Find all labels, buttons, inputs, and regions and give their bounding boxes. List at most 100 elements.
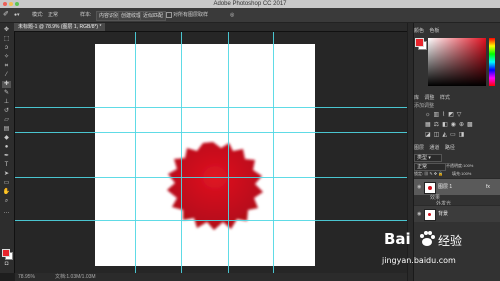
canvas-area[interactable] — [15, 32, 407, 273]
tools-panel: ✥ ⬚ ↄ ✧ ⌗ ⁄ ✚ ✎ ⊥ ↺ ▱ ▤ ◆ ● ✒ T ➤ ▭ ✋ ⌕ … — [0, 23, 15, 273]
adjustments-title: 添加调整 — [414, 103, 435, 109]
vertical-guide[interactable] — [228, 32, 229, 273]
quick-mask-icon[interactable]: ◘ — [2, 261, 11, 268]
mode-label: 模式: — [32, 12, 44, 18]
proximity-match-button[interactable]: 近似匹配 — [140, 11, 167, 21]
horizontal-guide[interactable] — [15, 220, 407, 221]
visibility-eye-icon[interactable]: ◉ — [417, 206, 421, 222]
history-brush-icon[interactable]: ↺ — [2, 108, 11, 115]
options-bar: ✐ ●▾ 模式: 正常 样本: 内容识别 创建纹理 近似匹配 对所有图层取样 ◎ — [0, 8, 500, 23]
layer-fill[interactable]: 填充:100% — [452, 170, 471, 178]
eyedropper-icon[interactable]: ⁄ — [2, 72, 11, 79]
move-tool-icon[interactable]: ✥ — [2, 27, 11, 34]
threshold-icon[interactable]: ◭ — [442, 132, 450, 138]
layer-row-background[interactable]: ◉ 背景 — [414, 205, 500, 222]
layer-name[interactable]: 图层 1 — [438, 179, 452, 195]
horizontal-guide[interactable] — [15, 177, 407, 178]
opacity-value[interactable]: 100% — [463, 163, 473, 168]
layer-opacity[interactable]: 不透明度:100% — [446, 162, 473, 170]
watermark-brand: Bai — [384, 230, 411, 248]
marquee-tool-icon[interactable]: ⬚ — [2, 36, 11, 43]
layers-panel-tabs[interactable]: 图层 通道 路径 — [414, 144, 455, 152]
layer-name[interactable]: 背景 — [438, 206, 448, 222]
brightness-icon[interactable]: ☼ — [425, 112, 434, 118]
hand-tool-icon[interactable]: ✋ — [2, 189, 11, 196]
brush-size-preview[interactable]: ●▾ — [14, 10, 20, 20]
kind-label: 类型 — [417, 155, 428, 161]
exposure-icon[interactable]: ◩ — [448, 112, 457, 118]
zoom-tool-icon[interactable]: ⌕ — [2, 198, 11, 205]
tab-color[interactable]: 颜色 — [414, 28, 424, 34]
fill-label: 填充: — [452, 171, 462, 176]
title-bar: Adobe Photoshop CC 2017 — [0, 0, 500, 8]
layer-kind-filter[interactable]: 类型 ▾ — [414, 154, 442, 162]
fx-badge[interactable]: fx — [486, 179, 490, 195]
lock-label: 锁定: — [414, 171, 424, 176]
color-field[interactable] — [428, 38, 486, 86]
invert-icon[interactable]: ◪ — [425, 132, 434, 138]
black-white-icon[interactable]: ◧ — [442, 122, 451, 128]
tab-styles[interactable]: 样式 — [440, 95, 450, 101]
tab-swatches[interactable]: 色板 — [429, 28, 439, 34]
shape-tool-icon[interactable]: ▭ — [2, 180, 11, 187]
layer-row-layer1[interactable]: ◉ 图层 1 fx — [414, 178, 500, 195]
lasso-tool-icon[interactable]: ↄ — [2, 45, 11, 52]
tab-layers[interactable]: 图层 — [414, 145, 424, 151]
document-tab-label: 未标题-1 @ 78.9% (图层 1, RGB/8*) * — [18, 24, 102, 30]
hue-sat-icon[interactable]: ▦ — [425, 122, 434, 128]
opacity-label: 不透明度: — [446, 163, 464, 168]
vertical-guide[interactable] — [181, 32, 182, 273]
dodge-tool-icon[interactable]: ● — [2, 144, 11, 151]
document-tab[interactable]: 未标题-1 @ 78.9% (图层 1, RGB/8*) * — [14, 23, 106, 31]
color-panel-tabs[interactable]: 颜色 色板 — [414, 27, 439, 35]
tab-channels[interactable]: 通道 — [429, 145, 439, 151]
pen-tool-icon[interactable]: ✒ — [2, 153, 11, 160]
visibility-eye-icon[interactable]: ◉ — [417, 179, 421, 195]
gradient-map-icon[interactable]: ▭ — [450, 132, 459, 138]
levels-icon[interactable]: ▥ — [434, 112, 443, 118]
adjustments-panel-tabs[interactable]: 库 调整 样式 — [414, 94, 450, 102]
stamp-tool-icon[interactable]: ⊥ — [2, 99, 11, 106]
brush-tool-icon[interactable]: ✎ — [2, 90, 11, 97]
lookup-icon[interactable]: ▩ — [467, 122, 476, 128]
paw-icon — [420, 231, 435, 246]
zoom-level[interactable]: 78.95% — [18, 273, 35, 281]
crop-tool-icon[interactable]: ⌗ — [2, 63, 11, 70]
blur-tool-icon[interactable]: ◆ — [2, 135, 11, 142]
layer-thumbnail — [424, 182, 436, 194]
tab-libraries[interactable]: 库 — [414, 95, 419, 101]
path-selection-icon[interactable]: ➤ — [2, 171, 11, 178]
gradient-tool-icon[interactable]: ▤ — [2, 126, 11, 133]
channel-mixer-icon[interactable]: ⊕ — [459, 122, 467, 128]
healing-brush-icon[interactable]: ✚ — [2, 81, 11, 88]
lock-row: 锁定: ▦ ✎ ✥ 🔒 — [414, 171, 444, 176]
sample-label: 样本: — [80, 12, 92, 18]
adjustment-icons: ☼▥⌇◩▽ ▦⚖◧◉⊕▩ ◪◫◭▭◨ — [425, 110, 495, 140]
horizontal-guide[interactable] — [15, 107, 407, 108]
red-blob-shape — [167, 142, 263, 230]
hue-slider[interactable] — [489, 38, 495, 86]
more-tools-icon[interactable]: … — [2, 209, 11, 216]
type-tool-icon[interactable]: T — [2, 162, 11, 169]
panel-foreground-swatch[interactable] — [415, 38, 424, 47]
all-layers-checkbox[interactable]: 对所有图层取样 — [166, 10, 208, 20]
selective-color-icon[interactable]: ◨ — [459, 132, 468, 138]
vertical-guide[interactable] — [273, 32, 274, 273]
all-layers-label: 对所有图层取样 — [173, 12, 209, 18]
pressure-icon[interactable]: ◎ — [230, 10, 234, 20]
horizontal-guide[interactable] — [15, 132, 407, 133]
foreground-color-swatch[interactable] — [2, 249, 10, 257]
vibrance-icon[interactable]: ▽ — [457, 112, 465, 118]
mode-select[interactable]: 正常 — [48, 10, 58, 20]
tab-paths[interactable]: 路径 — [445, 145, 455, 151]
vertical-guide[interactable] — [135, 32, 136, 273]
magic-wand-icon[interactable]: ✧ — [2, 54, 11, 61]
eraser-tool-icon[interactable]: ▱ — [2, 117, 11, 124]
photo-filter-icon[interactable]: ◉ — [451, 122, 459, 128]
window-title: Adobe Photoshop CC 2017 — [213, 1, 287, 7]
fill-value[interactable]: 100% — [461, 171, 471, 176]
eraser-tool-preset-icon[interactable]: ✐ — [3, 10, 9, 20]
color-balance-icon[interactable]: ⚖ — [434, 122, 442, 128]
tab-adjustments[interactable]: 调整 — [424, 95, 434, 101]
layer-thumbnail — [424, 209, 436, 221]
